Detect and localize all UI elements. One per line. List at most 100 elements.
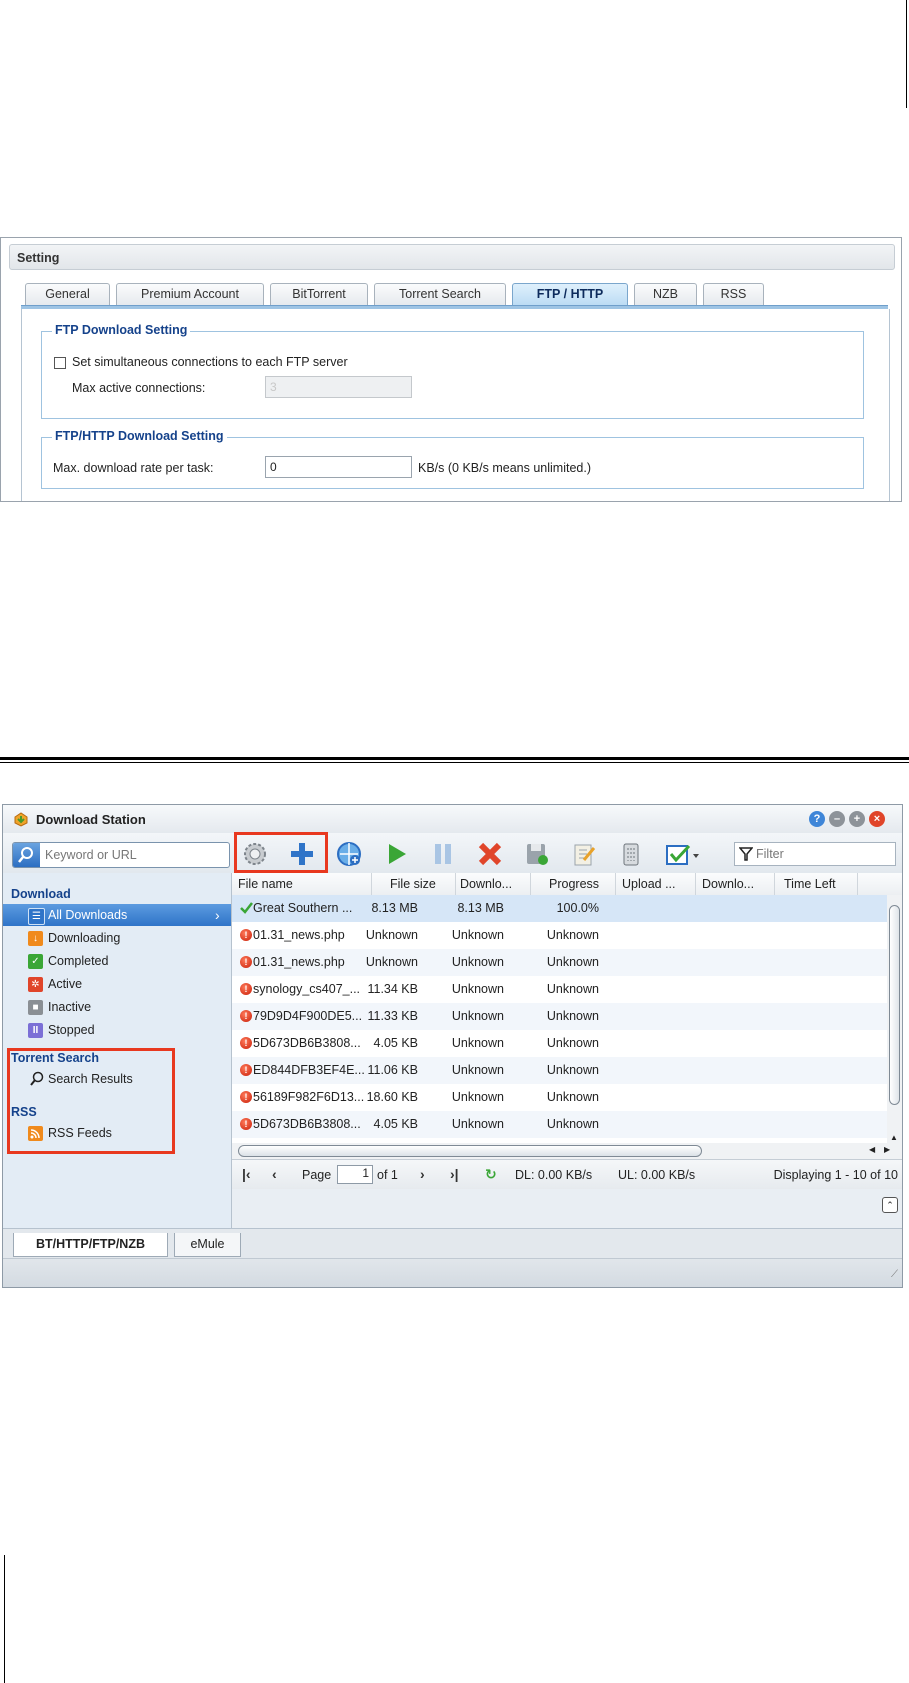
- cell-file-name: 56189F982F6D13...: [253, 1090, 365, 1104]
- vertical-scrollbar[interactable]: ▲ ▼: [887, 895, 902, 1163]
- section-double-rule: [0, 757, 909, 760]
- cell-progress: Unknown: [546, 982, 599, 996]
- active-icon: ✲: [28, 977, 43, 992]
- column-header-file-name[interactable]: File name: [238, 877, 293, 891]
- tab-emule[interactable]: eMule: [174, 1233, 241, 1257]
- tab-nzb[interactable]: NZB: [634, 283, 697, 305]
- clear-icon[interactable]: [615, 839, 647, 869]
- column-header-downloaded[interactable]: Downlo...: [460, 877, 512, 891]
- max-connections-label: Max active connections:: [72, 381, 206, 395]
- filter-input[interactable]: Filter: [734, 842, 896, 866]
- search-input[interactable]: Keyword or URL: [12, 842, 230, 868]
- edit-icon[interactable]: [568, 839, 600, 869]
- tab-ftp-http[interactable]: FTP / HTTP: [512, 283, 628, 305]
- sidebar-item-stopped[interactable]: II Stopped: [3, 1019, 231, 1041]
- table-row[interactable]: ! 01.31_news.php Unknown Unknown Unknown: [232, 922, 887, 949]
- last-page-icon[interactable]: ›|: [450, 1166, 459, 1182]
- chevron-right-icon: ›: [215, 907, 220, 923]
- column-header-upload[interactable]: Upload ...: [622, 877, 676, 891]
- cell-downloaded: Unknown: [451, 982, 504, 996]
- close-icon[interactable]: ×: [869, 811, 885, 827]
- column-divider: [530, 873, 531, 895]
- sidebar-item-inactive[interactable]: ■ Inactive: [3, 996, 231, 1018]
- refresh-icon[interactable]: ↻: [485, 1166, 497, 1183]
- settings-panel: Setting General Premium Account BitTorre…: [0, 237, 902, 502]
- stopped-icon: II: [28, 1023, 43, 1038]
- tab-bittorrent[interactable]: BitTorrent: [270, 283, 368, 305]
- scroll-left-icon[interactable]: ◀: [869, 1145, 875, 1154]
- tab-torrent-search[interactable]: Torrent Search: [374, 283, 506, 305]
- column-header-download-speed[interactable]: Downlo...: [702, 877, 754, 891]
- page-margin-rule: [906, 0, 907, 108]
- next-page-icon[interactable]: ›: [420, 1166, 425, 1182]
- cell-downloaded: Unknown: [451, 1117, 504, 1131]
- table-row[interactable]: ! ED844DFB3EF4E... 11.06 KB Unknown Unkn…: [232, 1057, 887, 1084]
- delete-icon[interactable]: [474, 839, 506, 869]
- download-rate-label: Max. download rate per task:: [53, 461, 214, 475]
- table-row[interactable]: ! 01.31_news.php Unknown Unknown Unknown: [232, 949, 887, 976]
- ftp-http-download-legend: FTP/HTTP Download Setting: [52, 429, 227, 443]
- table-row[interactable]: Great Southern ... 8.13 MB 8.13 MB 100.0…: [232, 895, 887, 922]
- completed-icon: ✓: [28, 954, 43, 969]
- first-page-icon[interactable]: |‹: [242, 1166, 251, 1182]
- tab-bt-http-ftp-nzb[interactable]: BT/HTTP/FTP/NZB: [13, 1233, 168, 1257]
- cell-file-size: 18.60 KB: [366, 1090, 418, 1104]
- play-icon[interactable]: [380, 839, 412, 869]
- download-rate-field[interactable]: 0: [265, 456, 412, 478]
- horizontal-scrollbar[interactable]: ◀ ▶: [232, 1143, 902, 1159]
- ftp-download-legend: FTP Download Setting: [52, 323, 191, 337]
- cell-file-name: 79D9D4F900DE5...: [253, 1009, 363, 1023]
- max-connections-field[interactable]: 3: [265, 376, 412, 398]
- scroll-up-icon[interactable]: ▲: [890, 1133, 898, 1142]
- page-number-input[interactable]: 1: [337, 1165, 373, 1184]
- table-row[interactable]: ! synology_cs407_... 11.34 KB Unknown Un…: [232, 976, 887, 1003]
- search-icon[interactable]: [13, 843, 40, 867]
- column-header-time-left[interactable]: Time Left: [784, 877, 836, 891]
- cell-file-name: 01.31_news.php: [253, 955, 345, 969]
- error-icon: !: [240, 983, 252, 995]
- table-row[interactable]: ! 79D9D4F900DE5... 11.33 KB Unknown Unkn…: [232, 1003, 887, 1030]
- tab-rss[interactable]: RSS: [703, 283, 764, 305]
- sidebar-item-label: Stopped: [48, 1023, 95, 1037]
- table-row[interactable]: ! 5D673DB6B3808... 4.05 KB Unknown Unkno…: [232, 1030, 887, 1057]
- cell-file-name: 5D673DB6B3808...: [253, 1036, 361, 1050]
- cell-progress: Unknown: [546, 928, 599, 942]
- download-station-window: Download Station ? – + × Keyword or URL: [2, 804, 903, 1288]
- maximize-icon[interactable]: +: [849, 811, 865, 827]
- select-icon[interactable]: [662, 839, 704, 869]
- sidebar-item-label: Active: [48, 977, 83, 991]
- page-count: of 1: [377, 1168, 398, 1182]
- tab-general[interactable]: General: [25, 283, 110, 305]
- cell-progress: Unknown: [546, 1036, 599, 1050]
- horizontal-scroll-thumb[interactable]: [238, 1145, 702, 1157]
- sidebar-item-downloading[interactable]: ↓ Downloading: [3, 927, 231, 949]
- table-row[interactable]: ! 5D673DB6B3808... 4.05 KB Unknown Unkno…: [232, 1111, 887, 1138]
- sidebar-item-active[interactable]: ✲ Active: [3, 973, 231, 995]
- cell-file-size: Unknown: [365, 928, 418, 942]
- vertical-scroll-thumb[interactable]: [889, 905, 900, 1105]
- column-header-file-size[interactable]: File size: [390, 877, 436, 891]
- error-icon: !: [240, 1118, 252, 1130]
- save-icon[interactable]: [521, 839, 553, 869]
- column-header-progress[interactable]: Progress: [549, 877, 599, 891]
- help-icon[interactable]: ?: [809, 811, 825, 827]
- scroll-right-icon[interactable]: ▶: [884, 1145, 890, 1154]
- cell-downloaded: Unknown: [451, 955, 504, 969]
- sidebar-item-all-downloads[interactable]: ☰ All Downloads ›: [3, 904, 231, 926]
- sidebar-item-completed[interactable]: ✓ Completed: [3, 950, 231, 972]
- cell-file-size: 11.34 KB: [367, 982, 418, 996]
- pause-icon[interactable]: [427, 839, 459, 869]
- globe-add-icon[interactable]: [333, 839, 365, 869]
- cell-file-name: ED844DFB3EF4E...: [253, 1063, 365, 1077]
- tab-premium-account[interactable]: Premium Account: [116, 283, 264, 305]
- filter-icon: [738, 847, 754, 864]
- cell-downloaded: Unknown: [451, 1090, 504, 1104]
- resize-grip-icon[interactable]: ⟋: [891, 1269, 898, 1280]
- window-title: Download Station: [36, 812, 146, 827]
- minimize-icon[interactable]: –: [829, 811, 845, 827]
- table-row[interactable]: ! 56189F982F6D13... 18.60 KB Unknown Unk…: [232, 1084, 887, 1111]
- expand-up-icon[interactable]: ⌃: [882, 1197, 898, 1213]
- error-icon: !: [240, 1010, 252, 1022]
- previous-page-icon[interactable]: ‹: [272, 1166, 277, 1182]
- simultaneous-connections-checkbox[interactable]: [54, 357, 66, 369]
